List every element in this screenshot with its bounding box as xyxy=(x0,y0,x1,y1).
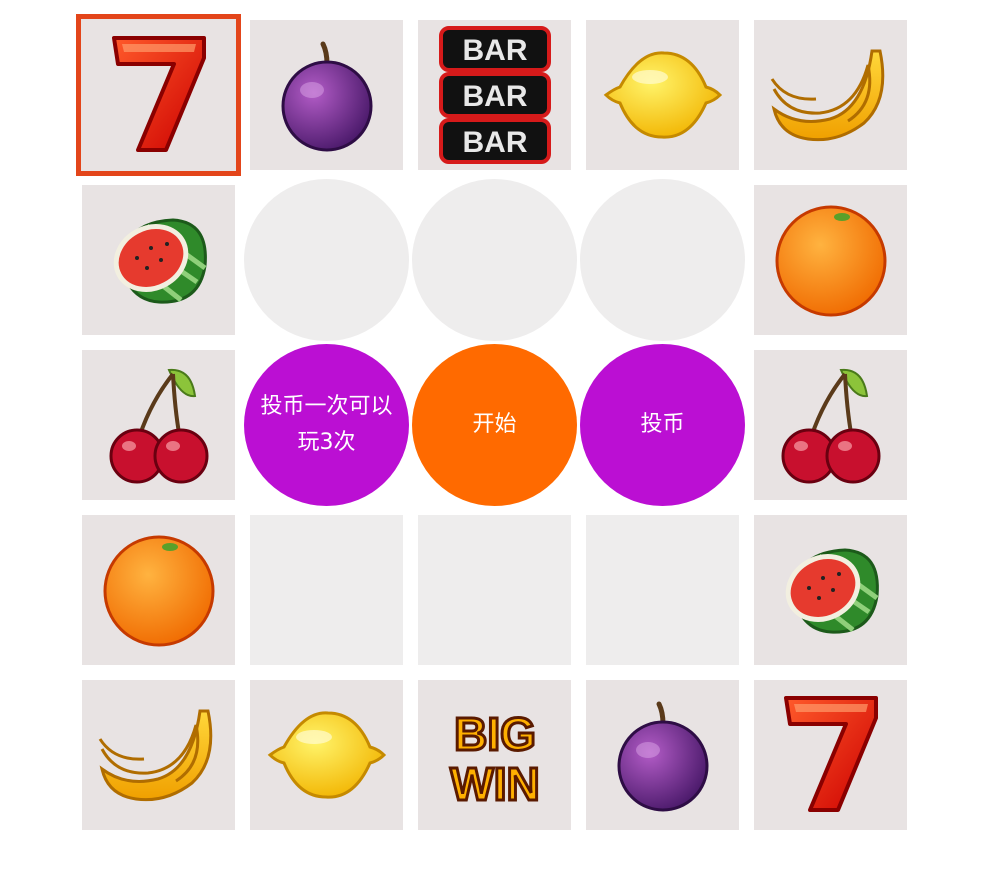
insert-coin-button[interactable]: 投币 xyxy=(580,344,745,506)
start-button[interactable]: 开始 xyxy=(412,344,577,506)
svg-text:BAR: BAR xyxy=(462,34,527,67)
info-label-button: 投币一次可以玩3次 xyxy=(244,344,409,506)
slot-cell-lemon-bottom xyxy=(250,680,403,830)
slot-cell-orange-right xyxy=(754,185,907,335)
lemon-icon xyxy=(603,51,722,139)
banana-icon xyxy=(98,709,212,802)
svg-text:WIN: WIN xyxy=(450,758,539,810)
seven-icon xyxy=(111,36,206,152)
info-label: 投币一次可以玩3次 xyxy=(260,394,393,455)
triple-bar-icon: BAR BAR BAR xyxy=(438,26,551,164)
slot-cell-big-win: BIG WIN xyxy=(418,680,571,830)
slot-cell-watermelon-left xyxy=(82,185,235,335)
slot-cell-cherry-left xyxy=(82,350,235,500)
slot-cell-seven-bottom-right xyxy=(754,680,907,830)
slot-cell-plum-top xyxy=(250,20,403,170)
blank-panel-2 xyxy=(418,515,571,665)
svg-text:BAR: BAR xyxy=(462,126,527,159)
reel-disc-3 xyxy=(580,179,745,341)
plum-icon xyxy=(617,701,708,811)
coin-label: 投币 xyxy=(640,412,685,437)
slot-cell-cherry-right xyxy=(754,350,907,500)
slot-cell-plum-bottom xyxy=(586,680,739,830)
slot-cell-seven-top-left xyxy=(76,14,241,176)
slot-cell-banana-top xyxy=(754,20,907,170)
slot-cell-watermelon-right xyxy=(754,515,907,665)
slot-cell-lemon-top xyxy=(586,20,739,170)
banana-icon xyxy=(770,49,884,142)
watermelon-icon xyxy=(785,548,879,634)
start-label: 开始 xyxy=(472,412,517,437)
slot-cell-bar-top: BAR BAR BAR xyxy=(418,20,571,170)
big-win-icon: BIG WIN xyxy=(448,707,540,811)
reel-disc-1 xyxy=(244,179,409,341)
lemon-icon xyxy=(267,711,386,799)
cherry-icon xyxy=(109,368,208,484)
svg-text:BAR: BAR xyxy=(462,80,527,113)
slot-cell-banana-bottom xyxy=(82,680,235,830)
seven-icon xyxy=(783,696,878,812)
orange-icon xyxy=(775,205,886,317)
plum-icon xyxy=(281,41,372,151)
orange-icon xyxy=(103,535,214,647)
blank-panel-3 xyxy=(586,515,739,665)
slot-cell-orange-left xyxy=(82,515,235,665)
watermelon-icon xyxy=(113,218,207,304)
svg-text:BIG: BIG xyxy=(454,708,536,760)
reel-disc-2 xyxy=(412,179,577,341)
blank-panel-1 xyxy=(250,515,403,665)
cherry-icon xyxy=(781,368,880,484)
